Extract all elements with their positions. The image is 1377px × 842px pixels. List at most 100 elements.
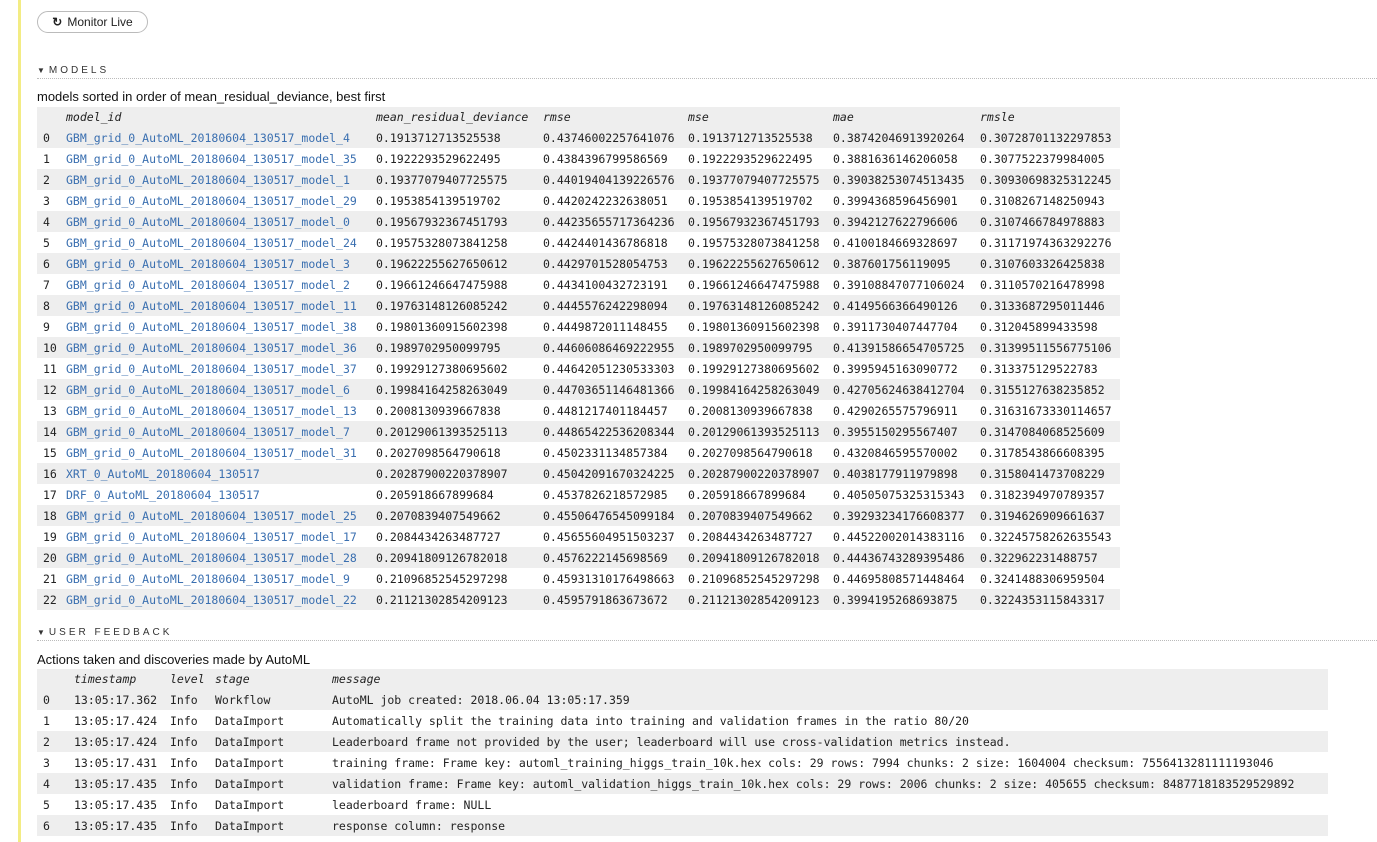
cell-message: Automatically split the training data in… xyxy=(332,713,969,728)
cell-index: 2 xyxy=(43,172,50,187)
table-row: 15 GBM_grid_0_AutoML_20180604_130517_mode… xyxy=(37,442,1120,463)
model-link[interactable]: GBM_grid_0_AutoML_20180604_130517_model_… xyxy=(66,215,350,229)
cell-rmsle: 0.3108267148250943 xyxy=(980,193,1105,208)
cell-index: 14 xyxy=(43,424,57,439)
cell-rmsle: 0.3147084068525609 xyxy=(980,424,1105,439)
model-link[interactable]: GBM_grid_0_AutoML_20180604_130517_model_… xyxy=(66,299,357,313)
cell-model-id: GBM_grid_0_AutoML_20180604_130517_model_… xyxy=(60,190,370,211)
cell-rmsle: 0.31171974363292276 xyxy=(980,235,1112,250)
cell-model-id: GBM_grid_0_AutoML_20180604_130517_model_… xyxy=(60,400,370,421)
model-link[interactable]: GBM_grid_0_AutoML_20180604_130517_model_… xyxy=(66,362,357,376)
cell-mean-residual-deviance: 0.2027098564790618 xyxy=(376,445,501,460)
cell-model-id: GBM_grid_0_AutoML_20180604_130517_model_… xyxy=(60,379,370,400)
cell-mae: 0.3942127622796606 xyxy=(833,214,958,229)
model-link[interactable]: GBM_grid_0_AutoML_20180604_130517_model_… xyxy=(66,572,350,586)
models-table: model_id mean_residual_deviance rmse mse mae… xyxy=(37,107,1120,610)
cell-mean-residual-deviance: 0.19377079407725575 xyxy=(376,172,508,187)
model-link[interactable]: GBM_grid_0_AutoML_20180604_130517_model_… xyxy=(66,425,350,439)
feedback-table: timestamp level stage message 0 13:05:17.362… xyxy=(37,669,1328,836)
cell-mse: 0.1922293529622495 xyxy=(688,151,813,166)
cell-mean-residual-deviance: 0.1913712713525538 xyxy=(376,130,501,145)
model-link[interactable]: GBM_grid_0_AutoML_20180604_130517_model_… xyxy=(66,509,357,523)
cell-stage: DataImport xyxy=(215,818,285,833)
column-header-mae: mae xyxy=(833,110,854,124)
cell-rmsle: 0.3107603326425838 xyxy=(980,256,1105,271)
cell-mae: 0.3994195268693875 xyxy=(833,592,958,607)
cell-model-id: GBM_grid_0_AutoML_20180604_130517_model_… xyxy=(60,316,370,337)
cell-model-id: GBM_grid_0_AutoML_20180604_130517_model_… xyxy=(60,169,370,190)
cell-rmsle: 0.30930698325312245 xyxy=(980,172,1112,187)
cell-rmsle: 0.3241488306959504 xyxy=(980,571,1105,586)
monitor-live-button[interactable]: ↻ Monitor Live xyxy=(37,11,148,33)
cell-timestamp: 13:05:17.431 xyxy=(74,755,158,770)
model-link[interactable]: GBM_grid_0_AutoML_20180604_130517_model_… xyxy=(66,236,357,250)
cell-rmse: 0.4424401436786818 xyxy=(543,235,668,250)
cell-mse: 0.2070839407549662 xyxy=(688,508,813,523)
cell-rmsle: 0.3110570216478998 xyxy=(980,277,1105,292)
table-row: 14 GBM_grid_0_AutoML_20180604_130517_mode… xyxy=(37,421,1120,442)
model-link[interactable]: DRF_0_AutoML_20180604_130517 xyxy=(66,488,260,502)
models-section-header[interactable]: ▼ MODELS xyxy=(37,65,1377,79)
cell-mse: 0.19984164258263049 xyxy=(688,382,820,397)
cell-index: 3 xyxy=(43,755,50,770)
cell-mae: 0.3881636146206058 xyxy=(833,151,958,166)
cell-mse: 0.21121302854209123 xyxy=(688,592,820,607)
model-link[interactable]: GBM_grid_0_AutoML_20180604_130517_model_… xyxy=(66,341,357,355)
feedback-section-header[interactable]: ▼ USER FEEDBACK xyxy=(37,627,1377,641)
model-link[interactable]: GBM_grid_0_AutoML_20180604_130517_model_… xyxy=(66,383,350,397)
model-link[interactable]: GBM_grid_0_AutoML_20180604_130517_model_… xyxy=(66,404,357,418)
model-link[interactable]: GBM_grid_0_AutoML_20180604_130517_model_… xyxy=(66,593,357,607)
table-row: 8 GBM_grid_0_AutoML_20180604_130517_model… xyxy=(37,295,1120,316)
cell-mean-residual-deviance: 0.2084434263487727 xyxy=(376,529,501,544)
cell-rmse: 0.4384396799586569 xyxy=(543,151,668,166)
cell-mean-residual-deviance: 0.205918667899684 xyxy=(376,487,494,502)
cell-timestamp: 13:05:17.435 xyxy=(74,818,158,833)
cell-index: 1 xyxy=(43,151,50,166)
cell-rmsle: 0.3178543866608395 xyxy=(980,445,1105,460)
cell-mse: 0.19801360915602398 xyxy=(688,319,820,334)
cell-rmsle: 0.3224353115843317 xyxy=(980,592,1105,607)
cell-mse: 0.2084434263487727 xyxy=(688,529,813,544)
cell-rmse: 0.4576222145698569 xyxy=(543,550,668,565)
feedback-caption: Actions taken and discoveries made by Au… xyxy=(37,652,311,667)
cell-mean-residual-deviance: 0.1922293529622495 xyxy=(376,151,501,166)
model-link[interactable]: GBM_grid_0_AutoML_20180604_130517_model_… xyxy=(66,446,357,460)
cell-message: AutoML job created: 2018.06.04 13:05:17.… xyxy=(332,692,630,707)
cell-index: 1 xyxy=(43,713,50,728)
cell-rmse: 0.4537826218572985 xyxy=(543,487,668,502)
cell-mean-residual-deviance: 0.20129061393525113 xyxy=(376,424,508,439)
cell-index: 7 xyxy=(43,277,50,292)
cell-message: response column: response xyxy=(332,818,506,833)
cell-mean-residual-deviance: 0.19929127380695602 xyxy=(376,361,508,376)
model-link[interactable]: GBM_grid_0_AutoML_20180604_130517_model_… xyxy=(66,131,350,145)
model-link[interactable]: GBM_grid_0_AutoML_20180604_130517_model_… xyxy=(66,152,357,166)
cell-model-id: GBM_grid_0_AutoML_20180604_130517_model_… xyxy=(60,148,370,169)
table-row: 9 GBM_grid_0_AutoML_20180604_130517_model… xyxy=(37,316,1120,337)
cell-mae: 0.41391586654705725 xyxy=(833,340,965,355)
cell-message: leaderboard frame: NULL xyxy=(332,797,492,812)
model-link[interactable]: XRT_0_AutoML_20180604_130517 xyxy=(66,467,260,481)
cell-mae: 0.44695808571448464 xyxy=(833,571,965,586)
cell-stage: Workflow xyxy=(215,692,271,707)
cell-rmse: 0.4445576242298094 xyxy=(543,298,668,313)
model-link[interactable]: GBM_grid_0_AutoML_20180604_130517_model_… xyxy=(66,194,357,208)
model-link[interactable]: GBM_grid_0_AutoML_20180604_130517_model_… xyxy=(66,530,357,544)
table-row: 0 GBM_grid_0_AutoML_20180604_130517_model… xyxy=(37,127,1120,148)
model-link[interactable]: GBM_grid_0_AutoML_20180604_130517_model_… xyxy=(66,257,350,271)
cell-mae: 0.4149566366490126 xyxy=(833,298,958,313)
cell-rmsle: 0.30728701132297853 xyxy=(980,130,1112,145)
model-link[interactable]: GBM_grid_0_AutoML_20180604_130517_model_… xyxy=(66,320,357,334)
cell-mae: 0.38742046913920264 xyxy=(833,130,965,145)
table-row: 5 GBM_grid_0_AutoML_20180604_130517_model… xyxy=(37,232,1120,253)
model-link[interactable]: GBM_grid_0_AutoML_20180604_130517_model_… xyxy=(66,551,357,565)
cell-index: 10 xyxy=(43,340,57,355)
cell-timestamp: 13:05:17.362 xyxy=(74,692,158,707)
model-link[interactable]: GBM_grid_0_AutoML_20180604_130517_model_… xyxy=(66,173,350,187)
model-link[interactable]: GBM_grid_0_AutoML_20180604_130517_model_… xyxy=(66,278,350,292)
cell-rmse: 0.4429701528054753 xyxy=(543,256,668,271)
cell-rmse: 0.45506476545099184 xyxy=(543,508,675,523)
cell-rmse: 0.44703651146481366 xyxy=(543,382,675,397)
column-header-stage: stage xyxy=(215,672,250,686)
cell-rmse: 0.4502331134857384 xyxy=(543,445,668,460)
cell-focus-bar xyxy=(18,0,21,842)
